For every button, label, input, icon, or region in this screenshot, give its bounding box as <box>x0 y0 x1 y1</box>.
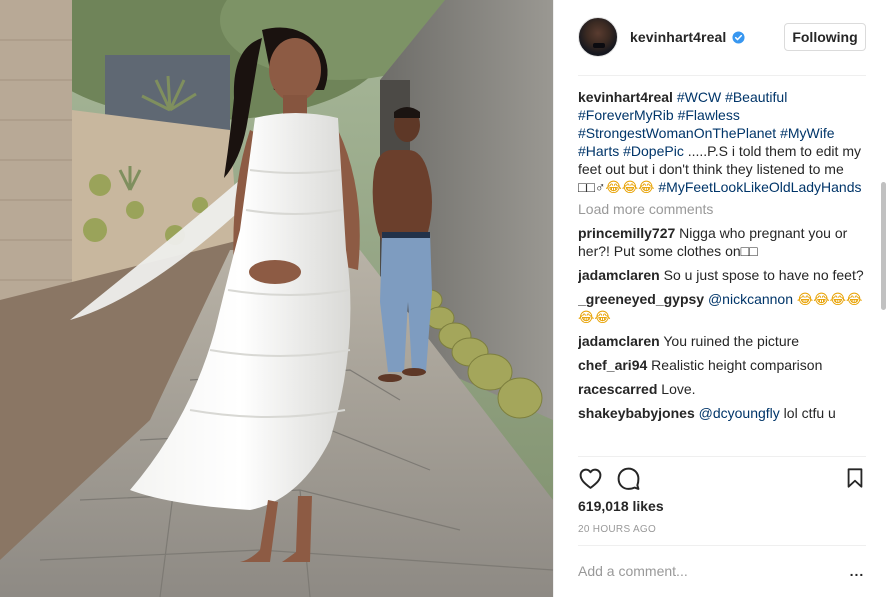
hashtag-link[interactable]: @nickcannon <box>708 291 793 307</box>
comment-username[interactable]: racescarred <box>578 381 657 397</box>
comment-username[interactable]: shakeybabyjones <box>578 405 695 421</box>
emoji-text: 😂😂😂 <box>605 179 655 195</box>
load-more-comments-link[interactable]: Load more comments <box>578 200 868 218</box>
verified-badge-icon <box>732 30 745 44</box>
hashtag-link[interactable]: #WCW <box>677 89 721 105</box>
hashtag-link[interactable]: @dcyoungfly <box>699 405 780 421</box>
comment-item: shakeybabyjones @dcyoungfly lol ctfu u <box>578 404 868 422</box>
hashtag-link[interactable]: #Harts <box>578 143 619 159</box>
comment-username[interactable]: chef_ari94 <box>578 357 647 373</box>
comment-text: Love. <box>661 381 696 397</box>
comment-username[interactable]: princemilly727 <box>578 225 675 241</box>
post-side-panel: kevinhart4real Following kevinhart4real … <box>553 0 887 597</box>
post-photo[interactable] <box>0 0 553 597</box>
hashtag-link[interactable]: #DopePic <box>623 143 684 159</box>
comment-item: princemilly727 Nigga who pregnant you or… <box>578 224 868 260</box>
add-comment-input[interactable] <box>578 560 828 582</box>
comment-text: You ruined the picture <box>663 333 800 349</box>
comment-items: princemilly727 Nigga who pregnant you or… <box>578 224 868 422</box>
instagram-post: kevinhart4real Following kevinhart4real … <box>0 0 887 597</box>
comment-item: jadamclaren So u just spose to have no f… <box>578 266 868 284</box>
comment-item: racescarred Love. <box>578 380 868 398</box>
post-timestamp[interactable]: 20 HOURS AGO <box>578 524 656 535</box>
bookmark-icon[interactable] <box>841 464 869 492</box>
divider <box>578 75 866 76</box>
hashtag-link[interactable]: #MyFeetLookLikeOldLadyHands <box>658 179 861 195</box>
divider <box>578 456 866 457</box>
caption-username[interactable]: kevinhart4real <box>578 89 673 105</box>
comment-username[interactable]: jadamclaren <box>578 267 660 283</box>
hashtag-link[interactable]: #Flawless <box>678 107 740 123</box>
likes-count[interactable]: 619,018 likes <box>578 498 664 514</box>
more-options-icon[interactable]: ... <box>848 562 866 580</box>
avatar[interactable] <box>578 17 618 57</box>
comment-item: chef_ari94 Realistic height comparison <box>578 356 868 374</box>
heart-icon[interactable] <box>576 464 604 492</box>
comment-text: lol ctfu u <box>779 405 836 421</box>
caption: kevinhart4real #WCW #Beautiful #ForeverM… <box>578 88 868 196</box>
comments-scrollbar[interactable] <box>881 85 887 455</box>
scrollbar-thumb[interactable] <box>881 182 886 310</box>
hashtag-link[interactable]: #MyWife <box>780 125 834 141</box>
comment-username[interactable]: _greeneyed_gypsy <box>578 291 704 307</box>
post-header: kevinhart4real Following <box>578 16 866 58</box>
divider <box>578 545 866 546</box>
hashtag-link[interactable]: #StrongestWomanOnThePlanet <box>578 125 776 141</box>
comment-username[interactable]: jadamclaren <box>578 333 660 349</box>
comment-text: Realistic height comparison <box>651 357 823 373</box>
hashtag-link[interactable]: #ForeverMyRib <box>578 107 674 123</box>
comment-text: So u just spose to have no feet? <box>663 267 864 283</box>
comment-bubble-icon[interactable] <box>614 464 642 492</box>
username[interactable]: kevinhart4real <box>630 29 726 45</box>
comments-list[interactable]: kevinhart4real #WCW #Beautiful #ForeverM… <box>578 85 868 455</box>
hashtag-link[interactable]: #Beautiful <box>725 89 787 105</box>
post-photo-image <box>0 0 553 597</box>
following-button[interactable]: Following <box>784 23 866 51</box>
comment-item: jadamclaren You ruined the picture <box>578 332 868 350</box>
action-bar <box>576 464 868 492</box>
comment-item: _greeneyed_gypsy @nickcannon 😂😂😂😂😂😂 <box>578 290 868 326</box>
